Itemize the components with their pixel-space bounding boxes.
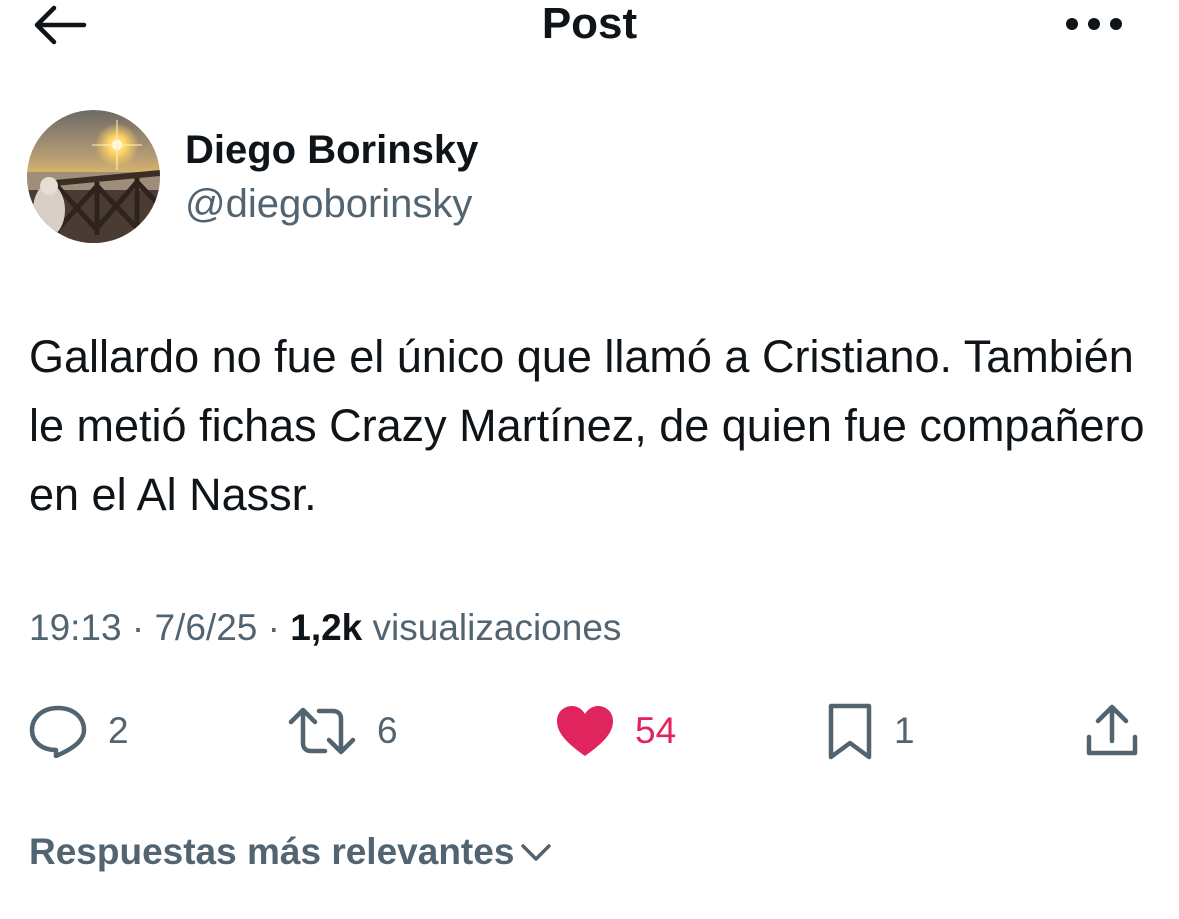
avatar[interactable] xyxy=(27,110,160,243)
reply-icon xyxy=(29,705,87,758)
author-handle[interactable]: @diegoborinsky xyxy=(185,180,472,228)
author-name[interactable]: Diego Borinsky xyxy=(185,126,478,174)
post-time[interactable]: 19:13 xyxy=(29,607,122,648)
post-text: Gallardo no fue el único que llamó a Cri… xyxy=(29,331,1145,520)
bookmark-count: 1 xyxy=(894,710,915,751)
heart-filled-icon xyxy=(557,706,613,756)
views-label: visualizaciones xyxy=(372,607,622,648)
more-horizontal-icon xyxy=(1066,18,1122,30)
reply-count: 2 xyxy=(108,710,129,751)
share-icon xyxy=(1086,704,1138,756)
bookmark-button[interactable]: 1 xyxy=(826,700,915,762)
repost-icon xyxy=(288,707,356,755)
bookmark-icon xyxy=(828,703,872,760)
page-title: Post xyxy=(541,0,638,48)
post-page: Post Diego Borinsky @diegoborinsky Galla… xyxy=(0,0,1179,919)
share-button[interactable] xyxy=(1084,700,1140,762)
repost-count: 6 xyxy=(377,710,398,751)
more-options-button[interactable] xyxy=(1059,2,1129,46)
replies-sort-dropdown[interactable]: Respuestas más relevantes xyxy=(29,828,554,876)
sunset-avatar-image xyxy=(27,110,160,243)
repost-button[interactable]: 6 xyxy=(287,700,398,762)
meta-separator: · xyxy=(131,607,145,648)
like-count: 54 xyxy=(635,710,677,751)
post-date[interactable]: 7/6/25 xyxy=(154,607,257,648)
replies-sort-label: Respuestas más relevantes xyxy=(29,831,515,872)
views-count[interactable]: 1,2k xyxy=(290,607,362,648)
post-meta: 19:13 · 7/6/25 · 1,2k visualizaciones xyxy=(29,604,621,652)
like-button[interactable]: 54 xyxy=(555,700,676,762)
reply-button[interactable]: 2 xyxy=(28,700,129,762)
meta-separator: · xyxy=(267,607,280,648)
chevron-down-icon xyxy=(521,844,552,861)
